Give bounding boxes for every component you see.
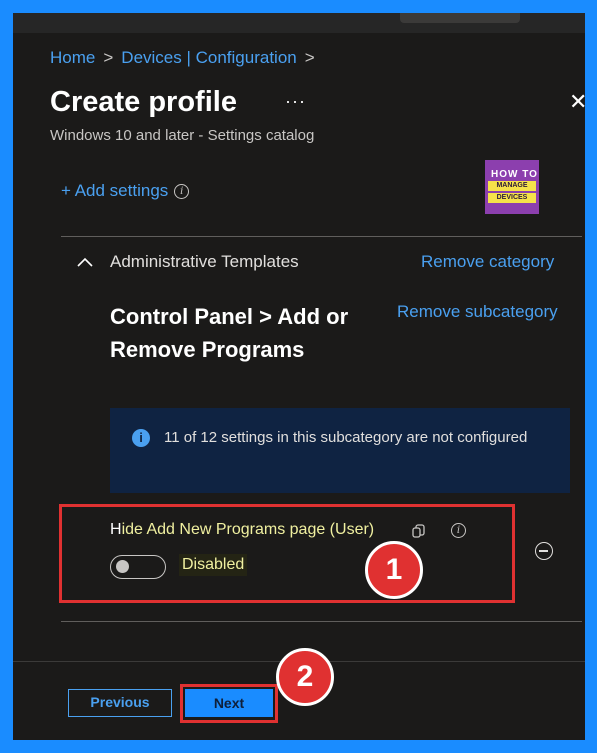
- page-subtitle: Windows 10 and later - Settings catalog: [50, 127, 315, 144]
- setting-toggle[interactable]: [110, 555, 166, 579]
- info-message-text: 11 of 12 settings in this subcategory ar…: [164, 429, 528, 446]
- remove-category-link[interactable]: Remove category: [421, 252, 554, 272]
- remove-subcategory-link[interactable]: Remove subcategory: [397, 302, 558, 322]
- callout-badge-2: 2: [276, 648, 334, 706]
- info-icon[interactable]: i: [174, 184, 190, 200]
- close-icon[interactable]: ✕: [569, 89, 585, 115]
- category-title[interactable]: Administrative Templates: [110, 252, 299, 272]
- how-to-manage-devices-logo: HOW TO MANAGE DEVICES: [485, 160, 539, 214]
- setting-label: Hide Add New Programs page (User): [110, 521, 374, 539]
- previous-button[interactable]: Previous: [68, 689, 172, 717]
- top-bar-search[interactable]: [400, 13, 520, 23]
- breadcrumb: Home > Devices | Configuration >: [50, 48, 323, 68]
- info-filled-icon: i: [132, 429, 150, 447]
- logo-line-3: DEVICES: [488, 193, 536, 203]
- breadcrumb-separator: >: [304, 48, 315, 67]
- add-settings-label: + Add settings: [61, 181, 169, 200]
- copy-sync-icon[interactable]: [411, 523, 427, 539]
- more-options-icon[interactable]: ···: [285, 91, 306, 112]
- setting-divider: [61, 621, 582, 622]
- add-settings-link[interactable]: + Add settings i: [61, 181, 190, 201]
- breadcrumb-home[interactable]: Home: [50, 48, 95, 67]
- setting-label-first: H: [110, 521, 122, 538]
- subcategory-title: Control Panel > Add or Remove Programs: [110, 304, 349, 362]
- breadcrumb-separator: >: [103, 48, 114, 67]
- logo-line-2: MANAGE: [488, 181, 536, 191]
- next-button[interactable]: Next: [185, 689, 273, 717]
- setting-info-icon[interactable]: i: [451, 523, 466, 538]
- page-title: Create profile: [50, 86, 237, 118]
- logo-line-1: HOW TO: [491, 169, 538, 180]
- toggle-state-label: Disabled: [179, 554, 248, 576]
- setting-label-rest: ide Add New Programs page (User): [121, 521, 375, 538]
- info-message-bar: i 11 of 12 settings in this subcategory …: [110, 408, 570, 493]
- toggle-knob: [116, 560, 129, 573]
- chevron-up-icon[interactable]: [76, 253, 94, 274]
- top-bar: [13, 13, 585, 33]
- section-divider: [61, 236, 582, 237]
- callout-badge-1: 1: [365, 541, 423, 599]
- remove-setting-icon[interactable]: [535, 542, 553, 560]
- breadcrumb-devices-configuration[interactable]: Devices | Configuration: [121, 48, 296, 67]
- setting-highlight-box: [59, 504, 515, 603]
- create-profile-panel: Home > Devices | Configuration > Create pro…: [13, 13, 585, 740]
